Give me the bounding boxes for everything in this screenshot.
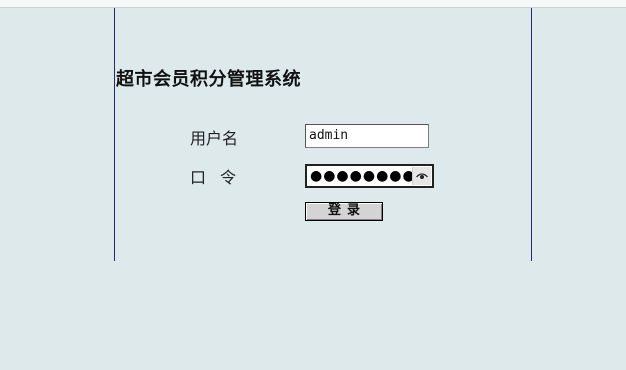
login-panel: 超市会员积分管理系统 用户名 admin 口令 ●●●●●●●● 登录 bbox=[114, 8, 532, 261]
login-button[interactable]: 登录 bbox=[305, 202, 383, 221]
page-title: 超市会员积分管理系统 bbox=[116, 69, 301, 90]
password-label: 口令 bbox=[190, 168, 251, 187]
username-label: 用户名 bbox=[190, 129, 239, 148]
username-field[interactable]: admin bbox=[305, 124, 429, 148]
password-field[interactable]: ●●●●●●●● bbox=[305, 164, 434, 188]
eye-icon bbox=[416, 173, 428, 179]
password-mask: ●●●●●●●● bbox=[310, 168, 416, 184]
top-border bbox=[0, 0, 626, 8]
reveal-password-button[interactable] bbox=[412, 167, 431, 185]
